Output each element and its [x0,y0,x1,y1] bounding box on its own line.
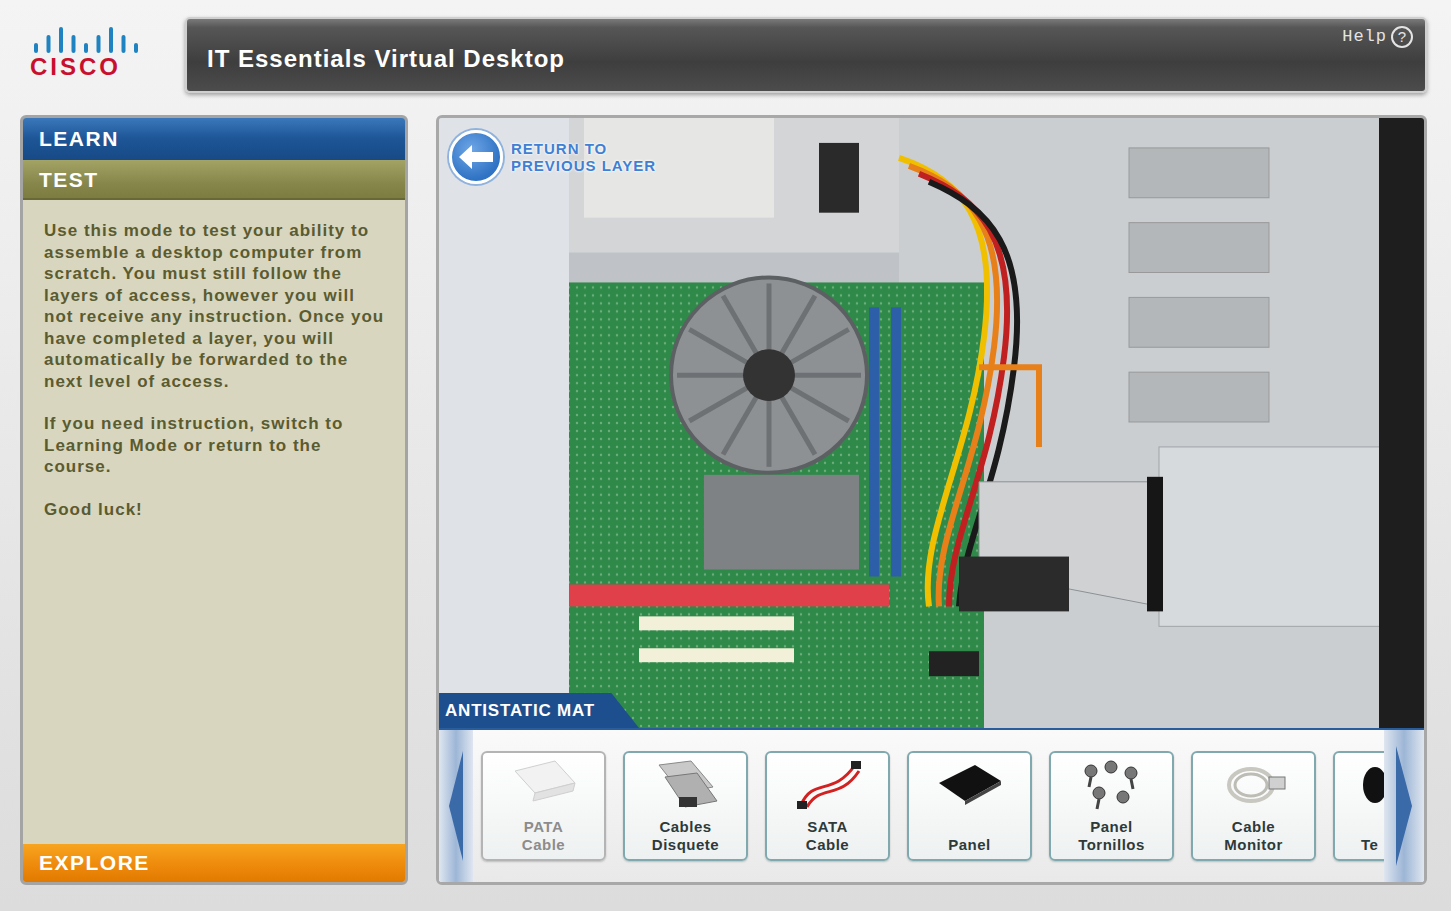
help-button[interactable]: Help? [1342,24,1413,50]
return-label[interactable]: RETURN TOPREVIOUS LAYER [511,140,656,174]
floppy-cable-icon [651,757,721,813]
component-tile[interactable]: Panel [907,751,1032,861]
return-label-line: RETURN TO [511,140,656,157]
title-bar: IT Essentials Virtual Desktop Help? [185,17,1427,93]
cisco-bars-icon [30,25,142,53]
scroll-left-button[interactable] [439,730,473,882]
monitor-cable-icon [1219,757,1289,813]
component-label: Cables Disquete [652,818,719,854]
cisco-logo[interactable]: CISCO [30,17,185,93]
sidebar: LEARN TEST Use this mode to test your abil… [20,115,408,885]
pata-cable-icon [509,757,579,813]
scroll-right-button[interactable] [1384,730,1424,882]
mode-tab[interactable]: LEARN [23,118,405,160]
cisco-wordmark: CISCO [30,55,121,79]
return-label-line: PREVIOUS LAYER [511,157,656,174]
app-title: IT Essentials Virtual Desktop [207,41,565,77]
component-tile[interactable]: Te [1333,751,1384,861]
screws-icon [1077,757,1147,813]
panel-icon [935,757,1005,813]
device-icon [1361,757,1384,813]
scene: RETURN TOPREVIOUS LAYER ANTISTATIC MAT [439,118,1424,730]
component-label: Cable Monitor [1224,818,1282,854]
help-icon[interactable]: ? [1391,26,1413,48]
component-label: SATA Cable [806,818,849,854]
description-paragraph: Good luck! [44,499,387,521]
explore-label: EXPLORE [39,847,150,879]
mode-tab-label: TEST [39,164,99,196]
component-label: Panel [948,836,991,854]
layer-label: ANTISTATIC MAT [439,693,639,729]
mode-tab[interactable]: TEST [23,160,405,200]
return-button[interactable]: RETURN TOPREVIOUS LAYER [449,130,656,184]
sata-cable-icon [793,757,863,813]
header: CISCO IT Essentials Virtual Desktop Help? [0,0,1451,93]
component-label: Panel Tornillos [1078,818,1145,854]
component-strip: PATA Cable Cables Disquete SATA Cable Panel… [473,730,1384,882]
component-tile[interactable]: Cables Disquete [623,751,748,861]
component-tile[interactable]: Panel Tornillos [1049,751,1174,861]
component-toolbar: PATA Cable Cables Disquete SATA Cable Panel… [439,730,1424,882]
description-paragraph: Use this mode to test your ability to as… [44,220,387,392]
explore-tab[interactable]: EXPLORE [23,844,405,882]
back-arrow-icon[interactable] [449,130,503,184]
mode-tab-label: LEARN [39,123,119,155]
mode-description: Use this mode to test your ability to as… [23,200,405,844]
viewer-panel: RETURN TOPREVIOUS LAYERANTISTATIC MATPAT… [436,115,1427,885]
component-tile[interactable]: Cable Monitor [1191,751,1316,861]
help-label: Help [1342,24,1387,50]
component-label: PATA Cable [522,818,565,854]
component-tile: PATA Cable [481,751,606,861]
component-tile[interactable]: SATA Cable [765,751,890,861]
computer-interior-image [439,118,1424,728]
description-paragraph: If you need instruction, switch to Learn… [44,413,387,478]
workspace: LEARN TEST Use this mode to test your abil… [0,93,1451,885]
component-label: Te [1361,836,1378,854]
